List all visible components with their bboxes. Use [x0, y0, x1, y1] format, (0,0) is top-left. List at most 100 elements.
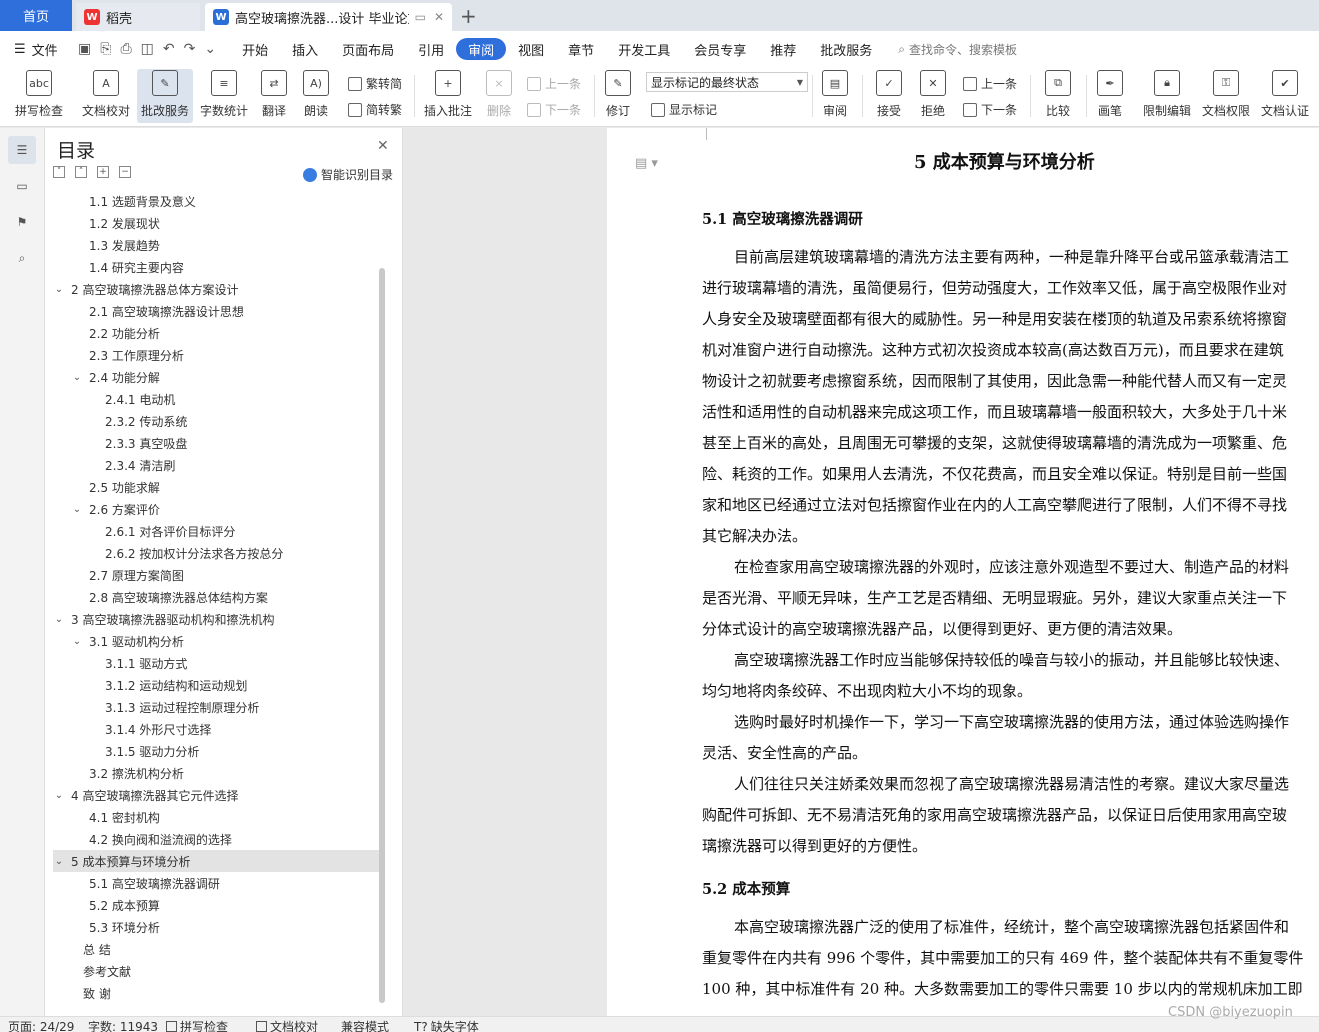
menu-item[interactable]: 会员专享 [682, 38, 758, 60]
toc-item[interactable]: 4.2 换向阀和溢流阀的选择 [53, 828, 379, 850]
delete-comment-button[interactable]: × 删除 [480, 69, 518, 123]
compat-mode[interactable]: 兼容模式 [341, 1018, 389, 1032]
toc-item[interactable]: 4.1 密封机构 [53, 806, 379, 828]
tab-daoke[interactable]: W 稻壳 [76, 3, 200, 31]
menu-item[interactable]: 开始 [230, 38, 280, 60]
close-icon[interactable]: ✕ [377, 138, 389, 154]
reject-button[interactable]: ✕ 拒绝 [914, 69, 952, 123]
trad-to-simp-button[interactable]: 繁转简 [348, 75, 402, 92]
menu-item[interactable]: 推荐 [758, 38, 808, 60]
doccheck-button[interactable]: A 文档校对 [78, 69, 134, 123]
toc-item[interactable]: ⌄ 3 高空玻璃擦洗器驱动机构和擦洗机构 [53, 608, 379, 630]
compare-button[interactable]: ⧉ 比较 [1038, 69, 1078, 123]
toc-scrollbar[interactable] [379, 268, 385, 1003]
toc-item[interactable]: 1.2 发展现状 [53, 212, 379, 234]
menu-item[interactable]: 引用 [406, 38, 456, 60]
prev-comment-button[interactable]: 上一条 [527, 75, 581, 92]
chevron-down-icon[interactable]: ⌄ [53, 614, 65, 625]
toc-item[interactable]: 2.1 高空玻璃擦洗器设计思想 [53, 300, 379, 322]
undo-icon[interactable]: ↶ [163, 41, 175, 57]
doc-certify-button[interactable]: ✔ 文档认证 [1258, 69, 1312, 123]
toc-item[interactable]: 3.2 擦洗机构分析 [53, 762, 379, 784]
toc-item[interactable]: 1.4 研究主要内容 [53, 256, 379, 278]
monitor-icon[interactable]: ▭ [415, 10, 426, 24]
toc-item[interactable]: 2.2 功能分析 [53, 322, 379, 344]
simp-to-trad-button[interactable]: 简转繁 [348, 101, 402, 118]
menu-item[interactable]: 插入 [280, 38, 330, 60]
toc-item[interactable]: 3.1.2 运动结构和运动规划 [53, 674, 379, 696]
doc-permission-button[interactable]: ⚿ 文档权限 [1199, 69, 1253, 123]
search-icon[interactable]: ⌕ [8, 244, 36, 272]
chevron-down-icon[interactable]: ⌄ [53, 284, 65, 295]
doccheck-status[interactable]: 文档校对 [256, 1018, 318, 1032]
spellcheck-button[interactable]: abc 拼写检查 [8, 69, 70, 123]
expand-all-icon[interactable]: ˄ [75, 166, 87, 178]
chevron-down-icon[interactable]: ⌄ [71, 636, 83, 647]
toc-item[interactable]: 2.8 高空玻璃擦洗器总体结构方案 [53, 586, 379, 608]
restrict-edit-button[interactable]: 🔒︎ 限制编辑 [1140, 69, 1194, 123]
toc-item[interactable]: 1.1 选题背景及意义 [53, 190, 379, 212]
show-markup-button[interactable]: 显示标记 [651, 101, 717, 118]
print-preview-icon[interactable]: ◫ [141, 41, 154, 57]
word-count[interactable]: 字数: 11943 [88, 1018, 158, 1032]
toc-item[interactable]: ⌄ 2 高空玻璃擦洗器总体方案设计 [53, 278, 379, 300]
track-changes-button[interactable]: ✎ 修订 [600, 69, 636, 123]
toc-item[interactable]: 2.3.4 清洁刷 [53, 454, 379, 476]
toc-item[interactable]: ⌄ 3.1 驱动机构分析 [53, 630, 379, 652]
wordcount-button[interactable]: ≡ 字数统计 [197, 69, 251, 123]
missing-font-status[interactable]: T? 缺失字体 [414, 1018, 479, 1032]
toc-item[interactable]: 3.1.3 运动过程控制原理分析 [53, 696, 379, 718]
more-icon[interactable]: ⌄ [204, 41, 216, 57]
toc-item[interactable]: 1.3 发展趋势 [53, 234, 379, 256]
smart-toc-button[interactable]: 智能识别目录 [303, 166, 393, 183]
insert-comment-button[interactable]: + 插入批注 [422, 69, 474, 123]
toc-item[interactable]: 3.1.4 外形尺寸选择 [53, 718, 379, 740]
toc-item[interactable]: ⌄ 2.4 功能分解 [53, 366, 379, 388]
toc-item[interactable]: 2.3.2 传动系统 [53, 410, 379, 432]
toc-item[interactable]: 参考文献 [53, 960, 379, 982]
navigation-icon[interactable]: ▭ [8, 172, 36, 200]
spellcheck-status[interactable]: 拼写检查 [166, 1018, 228, 1032]
paragraph-menu-icon[interactable]: ▤ ▾ [635, 156, 658, 171]
translate-button[interactable]: ⇄ 翻译 [256, 69, 292, 123]
toc-item[interactable]: 5.3 环境分析 [53, 916, 379, 938]
toc-panel-icon[interactable]: ☰ [8, 136, 36, 164]
toc-item[interactable]: 总 结 [53, 938, 379, 960]
remove-heading-icon[interactable]: − [119, 166, 131, 178]
toc-item[interactable]: 2.4.1 电动机 [53, 388, 379, 410]
menu-item[interactable]: 章节 [556, 38, 606, 60]
review-service-button[interactable]: ✎ 批改服务 [137, 69, 193, 123]
chevron-down-icon[interactable]: ⌄ [71, 372, 83, 383]
toc-item[interactable]: 2.3 工作原理分析 [53, 344, 379, 366]
toc-item[interactable]: 2.5 功能求解 [53, 476, 379, 498]
tab-document[interactable]: W 高空玻璃擦洗器...设计 毕业论文 ▭ ✕ [205, 3, 452, 31]
toc-item[interactable]: ⌄ 5 成本预算与环境分析 [53, 850, 379, 872]
toc-item[interactable]: 5.1 高空玻璃擦洗器调研 [53, 872, 379, 894]
page-indicator[interactable]: 页面: 24/29 [8, 1018, 74, 1032]
chevron-down-icon[interactable]: ⌄ [71, 504, 83, 515]
read-aloud-button[interactable]: A) 朗读 [298, 69, 334, 123]
toc-item[interactable]: ⌄ 2.6 方案评价 [53, 498, 379, 520]
accept-button[interactable]: ✓ 接受 [870, 69, 908, 123]
toc-item[interactable]: 2.7 原理方案简图 [53, 564, 379, 586]
toc-item[interactable]: 3.1.1 驱动方式 [53, 652, 379, 674]
chevron-down-icon[interactable]: ⌄ [53, 856, 65, 867]
toc-item[interactable]: ⌄ 4 高空玻璃擦洗器其它元件选择 [53, 784, 379, 806]
toc-item[interactable]: 致 谢 [53, 982, 379, 1004]
bookmark-icon[interactable]: ⚑ [8, 208, 36, 236]
next-comment-button[interactable]: 下一条 [527, 101, 581, 118]
export-icon[interactable]: ⎘ [100, 41, 111, 57]
save-icon[interactable]: ▣ [78, 41, 91, 57]
next-change-button[interactable]: 下一条 [963, 101, 1017, 118]
toc-item[interactable]: 5.2 成本预算 [53, 894, 379, 916]
add-heading-icon[interactable]: + [97, 166, 109, 178]
menu-item[interactable]: 视图 [506, 38, 556, 60]
toc-item[interactable]: 3.1.5 驱动力分析 [53, 740, 379, 762]
chevron-down-icon[interactable]: ⌄ [53, 790, 65, 801]
menu-item[interactable]: 开发工具 [606, 38, 682, 60]
redo-icon[interactable]: ↷ [184, 41, 196, 57]
tab-home[interactable]: 首页 [0, 0, 72, 31]
toc-item[interactable]: 2.6.2 按加权计分法求各方按总分 [53, 542, 379, 564]
prev-change-button[interactable]: 上一条 [963, 75, 1017, 92]
print-icon[interactable]: ⎙ [120, 41, 131, 57]
